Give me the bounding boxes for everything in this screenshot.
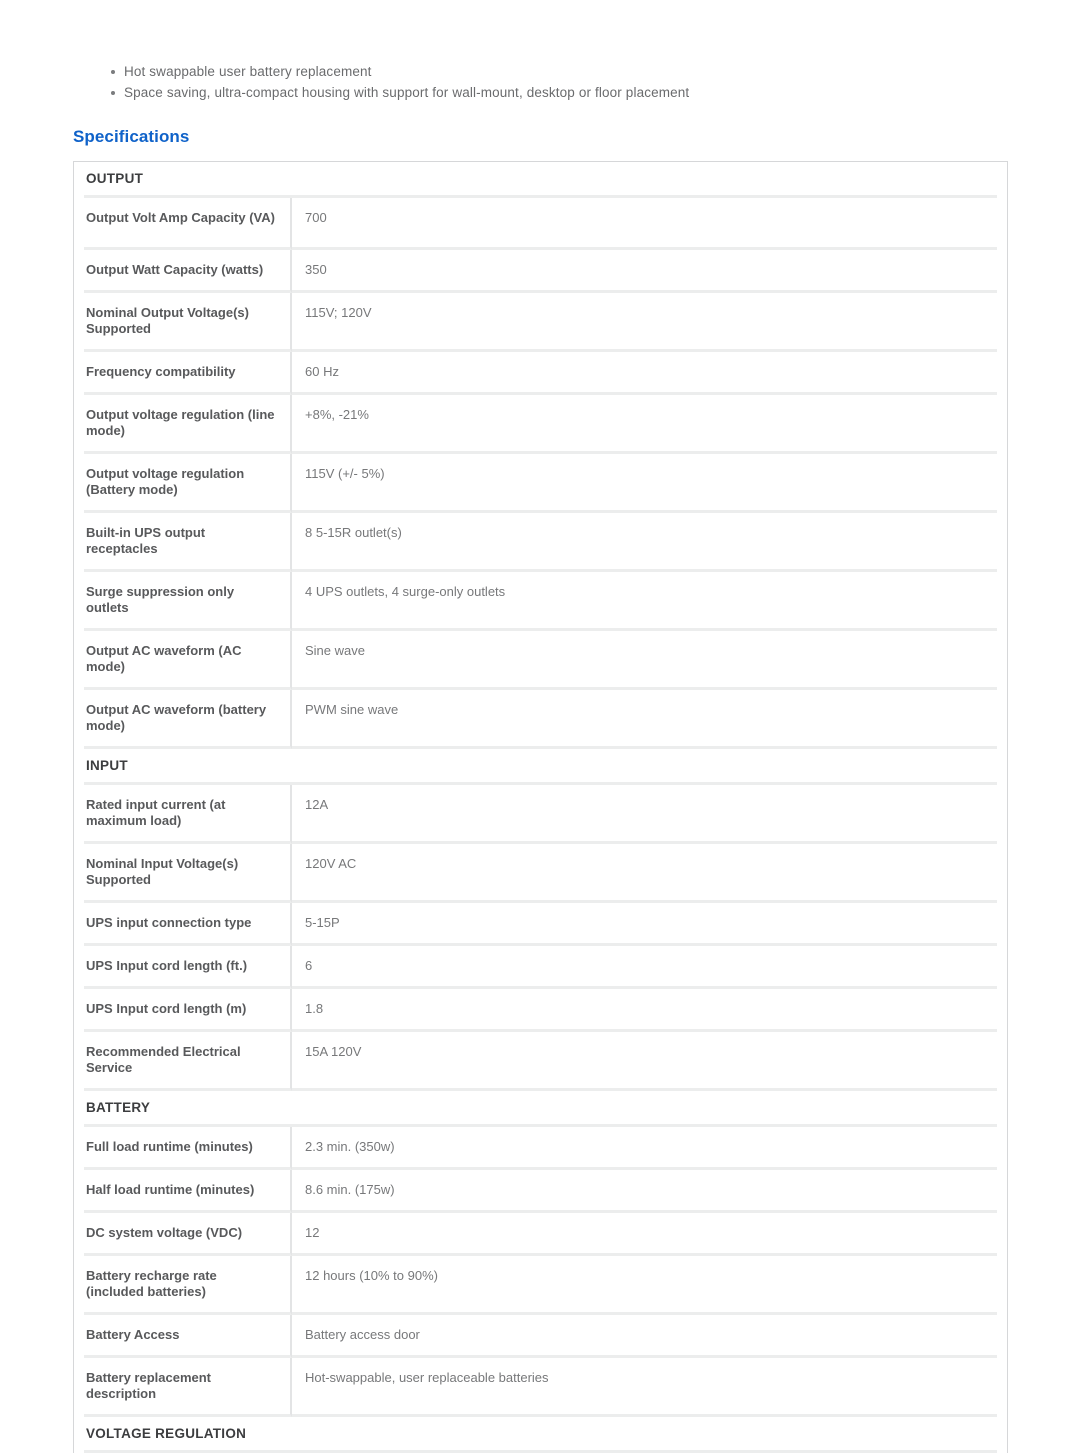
spec-section-header: INPUT	[84, 749, 997, 785]
spec-value: 700	[292, 198, 997, 250]
spec-section-header: VOLTAGE REGULATION	[84, 1417, 997, 1453]
spec-value: 12	[292, 1213, 997, 1256]
feature-bullet-list: Hot swappable user battery replacement Sp…	[110, 61, 970, 103]
spec-label: Output voltage regulation (Battery mode)	[84, 454, 292, 513]
spec-label: UPS input connection type	[84, 903, 292, 946]
table-row: Frequency compatibility 60 Hz	[84, 352, 997, 395]
spec-label: Output AC waveform (battery mode)	[84, 690, 292, 749]
spec-label: Nominal Output Voltage(s) Supported	[84, 293, 292, 352]
table-row: Battery recharge rate (included batterie…	[84, 1256, 997, 1315]
specifications-table: OUTPUT Output Volt Amp Capacity (VA) 700 Ou…	[73, 161, 1008, 1453]
spec-label: Battery recharge rate (included batterie…	[84, 1256, 292, 1315]
spec-value: +8%, -21%	[292, 395, 997, 454]
table-row: DC system voltage (VDC) 12	[84, 1213, 997, 1256]
table-row: Output AC waveform (battery mode) PWM sin…	[84, 690, 997, 749]
table-row: Surge suppression only outlets 4 UPS outl…	[84, 572, 997, 631]
spec-label: DC system voltage (VDC)	[84, 1213, 292, 1256]
table-row: Recommended Electrical Service 15A 120V	[84, 1032, 997, 1091]
spec-label: Half load runtime (minutes)	[84, 1170, 292, 1213]
spec-value: 12 hours (10% to 90%)	[292, 1256, 997, 1315]
feature-list-item: Space saving, ultra-compact housing with…	[110, 82, 970, 103]
table-row: UPS Input cord length (ft.) 6	[84, 946, 997, 989]
table-row: Half load runtime (minutes) 8.6 min. (175…	[84, 1170, 997, 1213]
spec-value: 8.6 min. (175w)	[292, 1170, 997, 1213]
spec-value: 1.8	[292, 989, 997, 1032]
spec-label: Rated input current (at maximum load)	[84, 785, 292, 844]
spec-value: PWM sine wave	[292, 690, 997, 749]
spec-label: Output Watt Capacity (watts)	[84, 250, 292, 293]
spec-label: Surge suppression only outlets	[84, 572, 292, 631]
spec-value: 15A 120V	[292, 1032, 997, 1091]
spec-label: Nominal Input Voltage(s) Supported	[84, 844, 292, 903]
spec-label: Output AC waveform (AC mode)	[84, 631, 292, 690]
spec-value: 8 5-15R outlet(s)	[292, 513, 997, 572]
table-row: Battery Access Battery access door	[84, 1315, 997, 1358]
table-row: Full load runtime (minutes) 2.3 min. (350…	[84, 1127, 997, 1170]
spec-value: 6	[292, 946, 997, 989]
spec-value: 115V (+/- 5%)	[292, 454, 997, 513]
spec-label: Built-in UPS output receptacles	[84, 513, 292, 572]
spec-value: Sine wave	[292, 631, 997, 690]
table-row: Rated input current (at maximum load) 12A	[84, 785, 997, 844]
spec-label: Battery Access	[84, 1315, 292, 1358]
spec-label: UPS Input cord length (ft.)	[84, 946, 292, 989]
spec-value: 5-15P	[292, 903, 997, 946]
table-row: Output Volt Amp Capacity (VA) 700	[84, 198, 997, 250]
spec-section-header: BATTERY	[84, 1091, 997, 1127]
table-row: Battery replacement description Hot-swapp…	[84, 1358, 997, 1417]
spec-section-header: OUTPUT	[84, 162, 997, 198]
spec-value: 350	[292, 250, 997, 293]
spec-value: 4 UPS outlets, 4 surge-only outlets	[292, 572, 997, 631]
table-row: Output Watt Capacity (watts) 350	[84, 250, 997, 293]
spec-label: Full load runtime (minutes)	[84, 1127, 292, 1170]
spec-value: 115V; 120V	[292, 293, 997, 352]
table-row: Output voltage regulation (Battery mode)…	[84, 454, 997, 513]
spec-label: Battery replacement description	[84, 1358, 292, 1417]
spec-value: 2.3 min. (350w)	[292, 1127, 997, 1170]
table-row: Nominal Input Voltage(s) Supported 120V A…	[84, 844, 997, 903]
table-row: Nominal Output Voltage(s) Supported 115V;…	[84, 293, 997, 352]
spec-value: Hot-swappable, user replaceable batterie…	[292, 1358, 997, 1417]
table-row: Built-in UPS output receptacles 8 5-15R o…	[84, 513, 997, 572]
table-row: Output voltage regulation (line mode) +8%…	[84, 395, 997, 454]
page-title: Specifications	[73, 127, 190, 146]
spec-label: Output Volt Amp Capacity (VA)	[84, 198, 292, 250]
spec-value: 120V AC	[292, 844, 997, 903]
spec-label: UPS Input cord length (m)	[84, 989, 292, 1032]
table-row: UPS Input cord length (m) 1.8	[84, 989, 997, 1032]
spec-sheet-page: Hot swappable user battery replacement Sp…	[0, 0, 1080, 1453]
feature-list-item: Hot swappable user battery replacement	[110, 61, 970, 82]
spec-label: Output voltage regulation (line mode)	[84, 395, 292, 454]
spec-label: Recommended Electrical Service	[84, 1032, 292, 1091]
spec-value: 12A	[292, 785, 997, 844]
spec-value: 60 Hz	[292, 352, 997, 395]
spec-label: Frequency compatibility	[84, 352, 292, 395]
table-row: Output AC waveform (AC mode) Sine wave	[84, 631, 997, 690]
spec-value: Battery access door	[292, 1315, 997, 1358]
table-row: UPS input connection type 5-15P	[84, 903, 997, 946]
